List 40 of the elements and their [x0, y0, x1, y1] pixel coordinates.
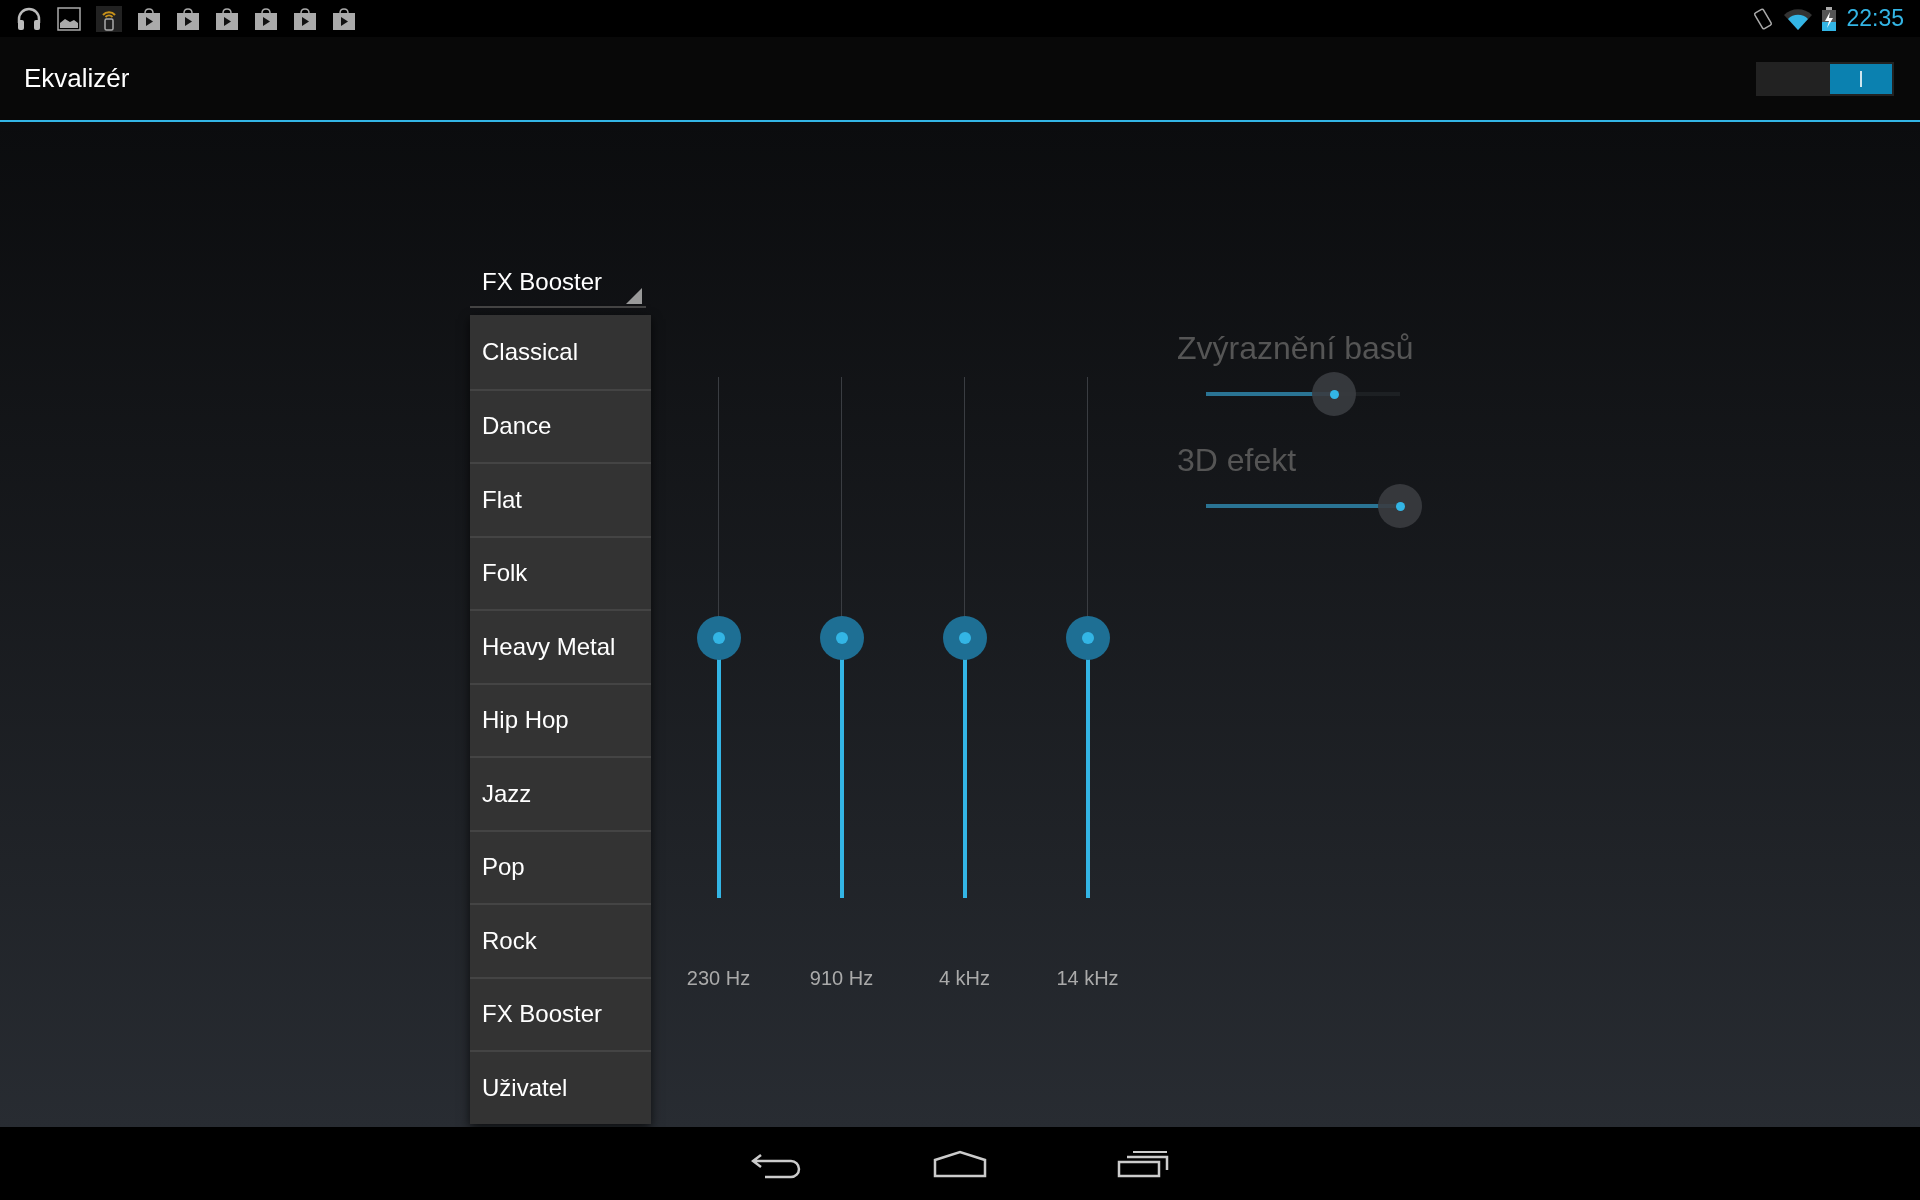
- image-icon: [57, 6, 81, 31]
- phone-rotation-icon: [1752, 6, 1775, 31]
- clock-time: 22:35: [1846, 4, 1904, 34]
- battery-icon: [1822, 6, 1837, 31]
- headphones-icon: [16, 6, 42, 31]
- recent-apps-icon[interactable]: [1117, 1149, 1169, 1178]
- frequency-label: 14 kHz: [1056, 966, 1119, 991]
- preset-menu-item[interactable]: Flat: [470, 462, 651, 536]
- phone-icon: [96, 5, 122, 32]
- band-slider[interactable]: [1065, 377, 1110, 898]
- shopping-bag-icon: [176, 6, 200, 31]
- preset-menu-item[interactable]: Uživatel: [470, 1050, 651, 1124]
- preset-menu-item[interactable]: Pop: [470, 829, 651, 903]
- preset-menu-item[interactable]: Folk: [470, 535, 651, 609]
- preset-menu-item[interactable]: FX Booster: [470, 976, 651, 1050]
- shopping-bag-icon: [137, 6, 161, 31]
- band-slider[interactable]: [819, 377, 864, 898]
- screen-title: Ekvalizér: [24, 62, 130, 95]
- preset-spinner[interactable]: FX Booster: [470, 270, 646, 308]
- frequency-label: 230 Hz: [686, 966, 751, 991]
- preset-menu-item[interactable]: Rock: [470, 903, 651, 977]
- preset-menu-item[interactable]: Jazz: [470, 756, 651, 830]
- frequency-label: 910 Hz: [809, 966, 874, 991]
- effect-label: Zvýraznění basů: [1177, 329, 1415, 368]
- shopping-bag-icon: [332, 6, 356, 31]
- effect-label: 3D efekt: [1177, 441, 1298, 480]
- preset-menu-item[interactable]: Classical: [470, 315, 651, 389]
- home-icon[interactable]: [933, 1149, 987, 1178]
- preset-menu-item[interactable]: Dance: [470, 388, 651, 462]
- equalizer-toggle[interactable]: [1756, 61, 1894, 96]
- preset-menu-item[interactable]: Heavy Metal: [470, 609, 651, 683]
- band-slider[interactable]: [696, 377, 741, 898]
- spinner-corner-icon: [626, 288, 642, 304]
- shopping-bag-icon: [215, 6, 239, 31]
- shopping-bag-icon: [254, 6, 278, 31]
- band-slider[interactable]: [942, 377, 987, 898]
- preset-menu-item[interactable]: Hip Hop: [470, 682, 651, 756]
- shopping-bag-icon: [293, 6, 317, 31]
- frequency-label: 4 kHz: [938, 966, 991, 991]
- wifi-icon: [1784, 7, 1813, 30]
